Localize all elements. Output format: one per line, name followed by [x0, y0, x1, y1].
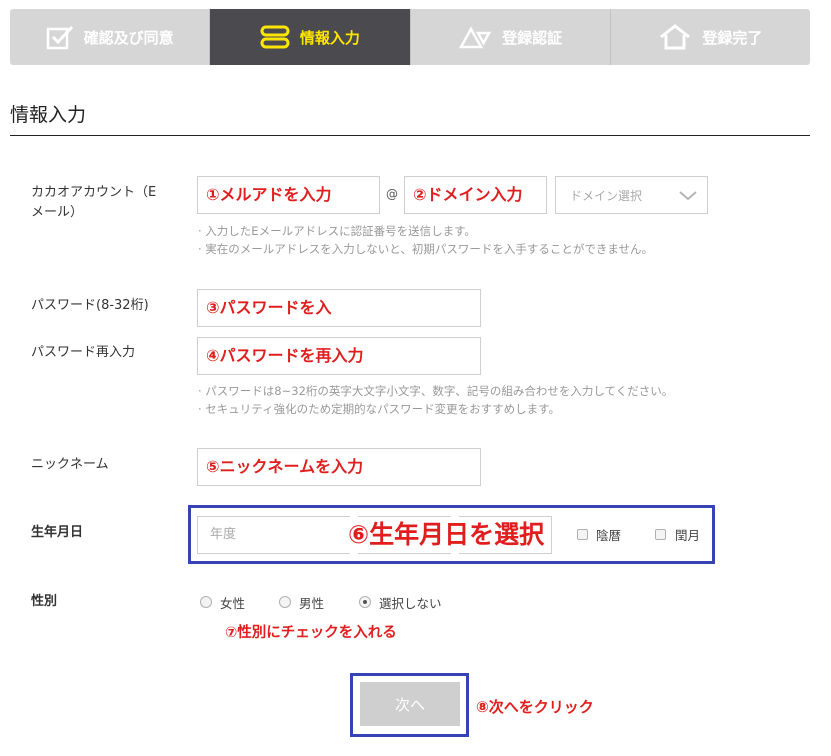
birthday-highlight-box — [188, 505, 715, 564]
next-button[interactable]: 次へ — [360, 682, 460, 726]
next-button-label: 次へ — [394, 695, 425, 714]
section-title: 情報入力 — [10, 104, 87, 126]
nickname-input-value: ⑤ニックネームを入力 — [206, 457, 364, 476]
domain-select-value: ドメイン選択 — [570, 188, 643, 203]
password-input[interactable]: ③パスワードを入 — [197, 289, 481, 327]
checkbox-icon — [46, 24, 74, 50]
input-icon — [260, 24, 290, 50]
account-label: カカオアカウント（E メール） — [31, 183, 181, 223]
step-label: 確認及び同意 — [83, 28, 174, 47]
password-note-2: · セキュリティ強化のため定期的なパスワード変更をおすすめします。 — [198, 402, 560, 416]
password-input-value: ③パスワードを入 — [206, 298, 332, 317]
house-icon — [658, 23, 692, 51]
step-progress-bar: 確認及び同意 情報入力 登録認証 登録完了 — [10, 9, 810, 65]
step-verification: 登録認証 — [410, 9, 611, 65]
chevron-down-icon — [679, 186, 697, 205]
domain-select[interactable]: ドメイン選択 — [555, 176, 708, 214]
step-label: 登録完了 — [702, 28, 763, 47]
next-annotation: ⑧次へをクリック — [476, 698, 594, 716]
gender-none-radio[interactable] — [359, 596, 371, 608]
gender-female-radio[interactable] — [200, 596, 212, 608]
password-note-1: · パスワードは8~32桁の英字大文字小文字、数字、記号の組み合わせを入力してく… — [198, 384, 674, 398]
section-divider — [10, 135, 810, 136]
gender-female-label: 女性 — [220, 596, 246, 611]
password-confirm-input[interactable]: ④パスワードを再入力 — [197, 337, 481, 375]
email-input-value: ①メルアドを入力 — [206, 185, 332, 204]
gender-label: 性別 — [31, 594, 58, 609]
step-label: 登録認証 — [502, 28, 563, 47]
password-confirm-label: パスワード再入力 — [31, 345, 136, 360]
domain-input[interactable]: ②ドメイン入力 — [404, 176, 547, 214]
nickname-input[interactable]: ⑤ニックネームを入力 — [197, 448, 481, 486]
birthday-label: 生年月日 — [31, 525, 84, 540]
step-complete: 登録完了 — [610, 9, 810, 65]
gender-none-label: 選択しない — [379, 596, 442, 611]
at-sign: @ — [386, 187, 398, 201]
gender-male-label: 男性 — [299, 596, 325, 611]
gender-male-radio[interactable] — [279, 596, 291, 608]
account-label-line1: カカオアカウント（E — [31, 185, 157, 200]
gender-annotation: ⑦性別にチェックを入れる — [225, 625, 397, 641]
account-note-1: · 入力したEメールアドレスに認証番号を送信します。 — [198, 224, 476, 238]
domain-input-value: ②ドメイン入力 — [413, 185, 523, 204]
account-label-line2: メール） — [31, 205, 84, 220]
step-agreement: 確認及び同意 — [10, 9, 211, 65]
step-label: 情報入力 — [299, 28, 360, 47]
nickname-label: ニックネーム — [31, 457, 109, 472]
step-info-input: 情報入力 — [210, 9, 411, 65]
email-input[interactable]: ①メルアドを入力 — [197, 176, 380, 214]
password-confirm-input-value: ④パスワードを再入力 — [206, 346, 364, 365]
shapes-icon — [458, 24, 492, 50]
password-label: パスワード(8-32桁) — [31, 298, 149, 313]
account-note-2: · 実在のメールアドレスを入力しないと、初期パスワードを入手することができません… — [198, 242, 654, 256]
